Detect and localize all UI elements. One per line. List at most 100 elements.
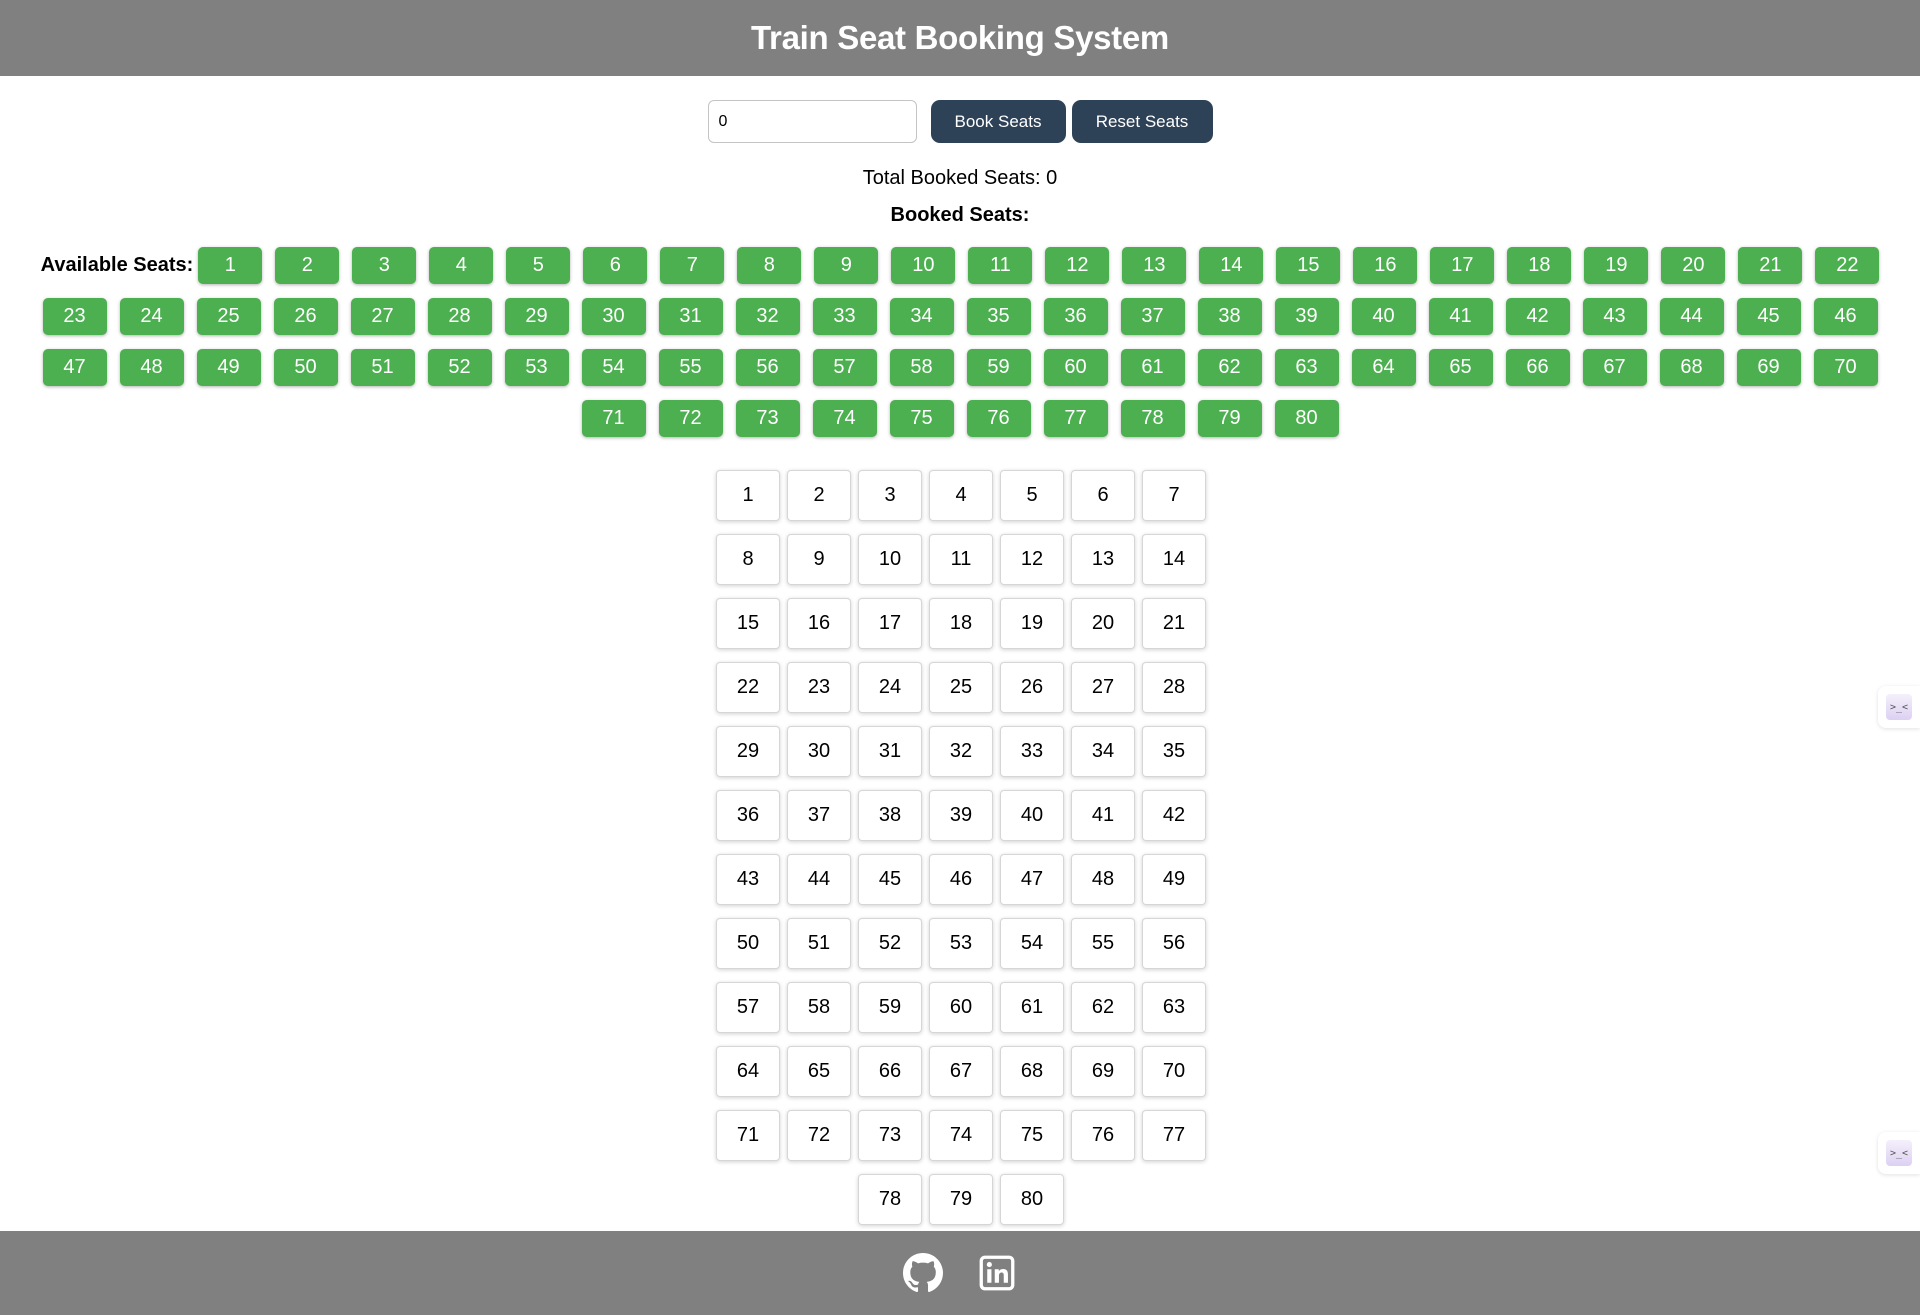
- book-seats-button[interactable]: Book Seats: [930, 100, 1066, 143]
- seat-40[interactable]: 40: [1000, 790, 1064, 841]
- seat-27[interactable]: 27: [1071, 662, 1135, 713]
- seat-42[interactable]: 42: [1142, 790, 1206, 841]
- seat-64[interactable]: 64: [716, 1046, 780, 1097]
- available-seat-chip: 54: [581, 349, 646, 386]
- seat-25[interactable]: 25: [929, 662, 993, 713]
- seat-57[interactable]: 57: [716, 982, 780, 1033]
- github-link[interactable]: [903, 1253, 943, 1293]
- seat-20[interactable]: 20: [1071, 598, 1135, 649]
- seat-22[interactable]: 22: [716, 662, 780, 713]
- available-seat-chip: 40: [1351, 298, 1416, 335]
- seat-68[interactable]: 68: [1000, 1046, 1064, 1097]
- seat-39[interactable]: 39: [929, 790, 993, 841]
- seat-46[interactable]: 46: [929, 854, 993, 905]
- seat-18[interactable]: 18: [929, 598, 993, 649]
- available-seat-chip: 25: [196, 298, 261, 335]
- seat-53[interactable]: 53: [929, 918, 993, 969]
- seat-66[interactable]: 66: [858, 1046, 922, 1097]
- seat-19[interactable]: 19: [1000, 598, 1064, 649]
- seat-38[interactable]: 38: [858, 790, 922, 841]
- page-title: Train Seat Booking System: [751, 19, 1169, 56]
- booked-seats-label: Booked Seats:: [890, 204, 1030, 226]
- seat-78[interactable]: 78: [858, 1174, 922, 1225]
- seat-37[interactable]: 37: [787, 790, 851, 841]
- seat-60[interactable]: 60: [929, 982, 993, 1033]
- seat-10[interactable]: 10: [858, 534, 922, 585]
- seat-9[interactable]: 9: [787, 534, 851, 585]
- seat-15[interactable]: 15: [716, 598, 780, 649]
- seat-24[interactable]: 24: [858, 662, 922, 713]
- seat-17[interactable]: 17: [858, 598, 922, 649]
- seat-67[interactable]: 67: [929, 1046, 993, 1097]
- seat-74[interactable]: 74: [929, 1110, 993, 1161]
- seat-79[interactable]: 79: [929, 1174, 993, 1225]
- seat-30[interactable]: 30: [787, 726, 851, 777]
- seat-44[interactable]: 44: [787, 854, 851, 905]
- seat-14[interactable]: 14: [1142, 534, 1206, 585]
- seat-58[interactable]: 58: [787, 982, 851, 1033]
- seat-41[interactable]: 41: [1071, 790, 1135, 841]
- booking-controls: Book Seats Reset Seats: [0, 100, 1920, 143]
- available-seat-chip: 45: [1736, 298, 1801, 335]
- seat-34[interactable]: 34: [1071, 726, 1135, 777]
- seat-69[interactable]: 69: [1071, 1046, 1135, 1097]
- reset-seats-button[interactable]: Reset Seats: [1071, 100, 1213, 143]
- seat-59[interactable]: 59: [858, 982, 922, 1033]
- seat-75[interactable]: 75: [1000, 1110, 1064, 1161]
- seat-52[interactable]: 52: [858, 918, 922, 969]
- available-seat-chip: 65: [1428, 349, 1493, 386]
- seat-16[interactable]: 16: [787, 598, 851, 649]
- seat-6[interactable]: 6: [1071, 470, 1135, 521]
- seat-76[interactable]: 76: [1071, 1110, 1135, 1161]
- seat-4[interactable]: 4: [929, 470, 993, 521]
- seat-63[interactable]: 63: [1142, 982, 1206, 1033]
- available-seat-chip: 50: [273, 349, 338, 386]
- seat-35[interactable]: 35: [1142, 726, 1206, 777]
- seat-51[interactable]: 51: [787, 918, 851, 969]
- seat-77[interactable]: 77: [1142, 1110, 1206, 1161]
- seat-13[interactable]: 13: [1071, 534, 1135, 585]
- seat-71[interactable]: 71: [716, 1110, 780, 1161]
- seat-8[interactable]: 8: [716, 534, 780, 585]
- seat-45[interactable]: 45: [858, 854, 922, 905]
- seat-2[interactable]: 2: [787, 470, 851, 521]
- seat-7[interactable]: 7: [1142, 470, 1206, 521]
- seat-28[interactable]: 28: [1142, 662, 1206, 713]
- seat-23[interactable]: 23: [787, 662, 851, 713]
- seat-32[interactable]: 32: [929, 726, 993, 777]
- seat-33[interactable]: 33: [1000, 726, 1064, 777]
- seat-73[interactable]: 73: [858, 1110, 922, 1161]
- side-extension-tab[interactable]: >_<: [1878, 686, 1920, 728]
- seat-65[interactable]: 65: [787, 1046, 851, 1097]
- seat-31[interactable]: 31: [858, 726, 922, 777]
- seat-62[interactable]: 62: [1071, 982, 1135, 1033]
- seat-3[interactable]: 3: [858, 470, 922, 521]
- seat-29[interactable]: 29: [716, 726, 780, 777]
- seat-61[interactable]: 61: [1000, 982, 1064, 1033]
- seat-54[interactable]: 54: [1000, 918, 1064, 969]
- seat-56[interactable]: 56: [1142, 918, 1206, 969]
- seat-43[interactable]: 43: [716, 854, 780, 905]
- seat-70[interactable]: 70: [1142, 1046, 1206, 1097]
- seat-21[interactable]: 21: [1142, 598, 1206, 649]
- seat-1[interactable]: 1: [716, 470, 780, 521]
- seat-48[interactable]: 48: [1071, 854, 1135, 905]
- seat-count-input[interactable]: [707, 100, 917, 143]
- seat-55[interactable]: 55: [1071, 918, 1135, 969]
- seat-36[interactable]: 36: [716, 790, 780, 841]
- linkedin-link[interactable]: [977, 1253, 1017, 1293]
- seat-80[interactable]: 80: [1000, 1174, 1064, 1225]
- available-seat-chip: 1: [198, 247, 263, 284]
- seat-12[interactable]: 12: [1000, 534, 1064, 585]
- seat-72[interactable]: 72: [787, 1110, 851, 1161]
- available-seat-chip: 29: [504, 298, 569, 335]
- seat-11[interactable]: 11: [929, 534, 993, 585]
- seat-50[interactable]: 50: [716, 918, 780, 969]
- seat-5[interactable]: 5: [1000, 470, 1064, 521]
- available-seat-chip: 63: [1274, 349, 1339, 386]
- available-seat-chip: 4: [429, 247, 494, 284]
- side-extension-tab[interactable]: >_<: [1878, 1132, 1920, 1174]
- seat-26[interactable]: 26: [1000, 662, 1064, 713]
- seat-49[interactable]: 49: [1142, 854, 1206, 905]
- seat-47[interactable]: 47: [1000, 854, 1064, 905]
